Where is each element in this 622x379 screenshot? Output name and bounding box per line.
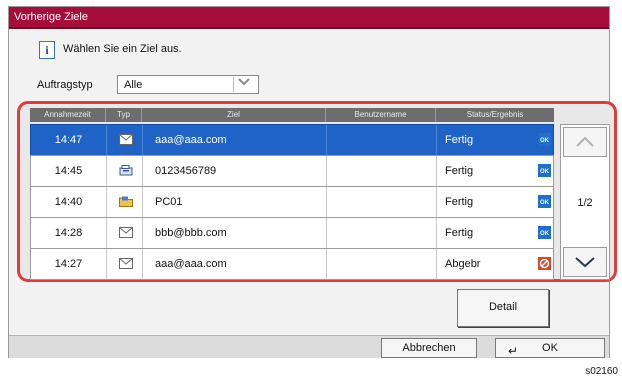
figure-code: s02160 [585,366,618,377]
row-time: 14:28 [31,218,107,248]
row-destination: aaa@aaa.com [143,249,327,279]
scroll-down-button[interactable] [563,247,607,277]
row-destination: PC01 [143,187,327,217]
svg-text:OK: OK [540,200,550,206]
table-row[interactable]: 14:27 aaa@aaa.com Abgebr [30,248,554,280]
row-status: Fertig [445,165,474,177]
chevron-down-icon [575,257,595,268]
row-type [107,249,143,279]
row-destination: aaa@aaa.com [143,125,327,155]
chevron-down-icon [233,77,254,92]
row-status: Fertig [445,134,474,146]
row-type [107,187,143,217]
svg-text:OK: OK [540,231,550,237]
row-type [107,218,143,248]
info-message: Wählen Sie ein Ziel aus. [63,43,182,55]
table-row[interactable]: 14:28 bbb@bbb.com Fertig OK [30,217,554,249]
detail-button[interactable]: Detail [457,289,549,327]
page-navigation: 1/2 [560,124,610,280]
destination-table-highlight: Annahmezeit Typ Ziel Benutzername Status… [17,101,617,282]
table-header: Annahmezeit Typ Ziel Benutzername Status… [30,108,554,122]
row-type [107,156,143,186]
table-row[interactable]: 14:45 0123456789 Fertig OK [30,155,554,187]
row-status: Fertig [445,227,474,239]
row-time: 14:45 [31,156,107,186]
row-status-icon: OK [537,218,555,248]
row-time: 14:47 [31,125,107,155]
enter-arrow-icon: ↵ [508,344,519,358]
row-user [327,249,437,279]
row-status: Fertig [445,196,474,208]
job-type-label: Auftragstyp [37,79,93,91]
page-indicator: 1/2 [577,197,593,209]
scroll-up-button[interactable] [563,127,607,157]
row-user [327,218,437,248]
ok-button[interactable]: ↵ OK [495,338,605,358]
header-destination: Ziel [142,108,326,122]
row-status-icon [537,249,555,279]
previous-destinations-window: Vorherige Ziele i Wählen Sie ein Ziel au… [8,6,617,358]
table-row[interactable]: 14:40 PC01 Fertig OK [30,186,554,218]
row-type [107,125,143,155]
row-status-icon: OK [537,156,555,186]
row-status: Abgebr [445,258,481,270]
table-row[interactable]: 14:47 aaa@aaa.com Fertig OK [30,124,554,156]
header-received-time: Annahmezeit [30,108,106,122]
row-destination: bbb@bbb.com [143,218,327,248]
row-destination: 0123456789 [143,156,327,186]
cancel-button[interactable]: Abbrechen [381,338,477,358]
row-user [327,187,437,217]
row-status-icon: OK [537,125,555,155]
info-icon: i [39,41,55,59]
row-user [327,125,437,155]
svg-text:OK: OK [540,138,550,144]
job-type-value: Alle [124,79,143,91]
header-type: Typ [106,108,142,122]
row-time: 14:40 [31,187,107,217]
header-status: Status/Ergebnis [466,110,524,119]
row-user [327,156,437,186]
header-user-name: Benutzername [326,108,436,122]
ok-label: OK [542,342,558,354]
row-time: 14:27 [31,249,107,279]
chevron-up-icon [576,136,594,147]
job-type-select[interactable]: Alle [117,75,259,94]
svg-text:OK: OK [540,169,550,175]
window-title: Vorherige Ziele [9,7,609,29]
row-status-icon: OK [537,187,555,217]
